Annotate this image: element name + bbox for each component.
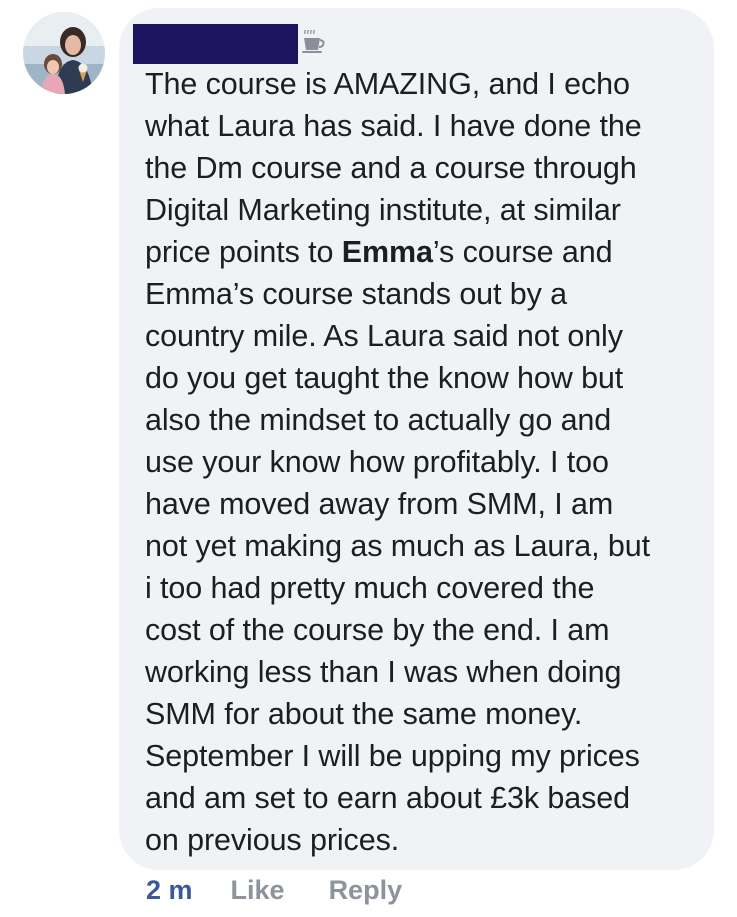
author-name-redacted[interactable] (133, 24, 298, 64)
comment-line: do you get taught the know how but (145, 361, 624, 395)
comment-line: September I will be upping my prices (145, 739, 640, 773)
comment-line: use your know how profitably. I too (145, 445, 609, 479)
mention-link[interactable]: Emma (342, 235, 433, 269)
comment-line: have moved away from SMM, I am (145, 487, 614, 521)
comment-line: i too had pretty much covered the (145, 571, 595, 605)
top-fan-cup-icon (302, 30, 325, 53)
comment-line-with-mention: price points to Emma’s course and (145, 231, 705, 273)
avatar[interactable] (23, 12, 105, 94)
comment-line: what Laura has said. I have done the (145, 109, 642, 143)
comment-line: The course is AMAZING, and I echo (145, 67, 630, 101)
like-button[interactable]: Like (231, 875, 285, 906)
comment-line: the Dm course and a course through (145, 151, 637, 185)
comment-line: also the mindset to actually go and (145, 403, 612, 437)
reply-button[interactable]: Reply (329, 875, 403, 906)
comment-text: The course is AMAZING, and I echo what L… (145, 63, 705, 861)
comment-actions: 2 m Like Reply (146, 870, 402, 910)
comment-timestamp[interactable]: 2 m (146, 875, 193, 906)
comment-line: not yet making as much as Laura, but (145, 529, 651, 563)
comment-line: Emma’s course stands out by a (145, 277, 568, 311)
comment-line: cost of the course by the end. I am (145, 613, 610, 647)
comment-line: working less than I was when doing (145, 655, 622, 689)
comment-line-end: ’s course and (432, 235, 613, 269)
comment-line: and am set to earn about £3k based (145, 781, 630, 815)
comment-line: Digital Marketing institute, at similar (145, 193, 621, 227)
profile-photo (23, 12, 105, 94)
comment-line: SMM for about the same money. (145, 697, 583, 731)
comment-line: on previous prices. (145, 823, 400, 857)
comment-line-start: price points to (145, 235, 342, 269)
comment-line: country mile. As Laura said not only (145, 319, 623, 353)
